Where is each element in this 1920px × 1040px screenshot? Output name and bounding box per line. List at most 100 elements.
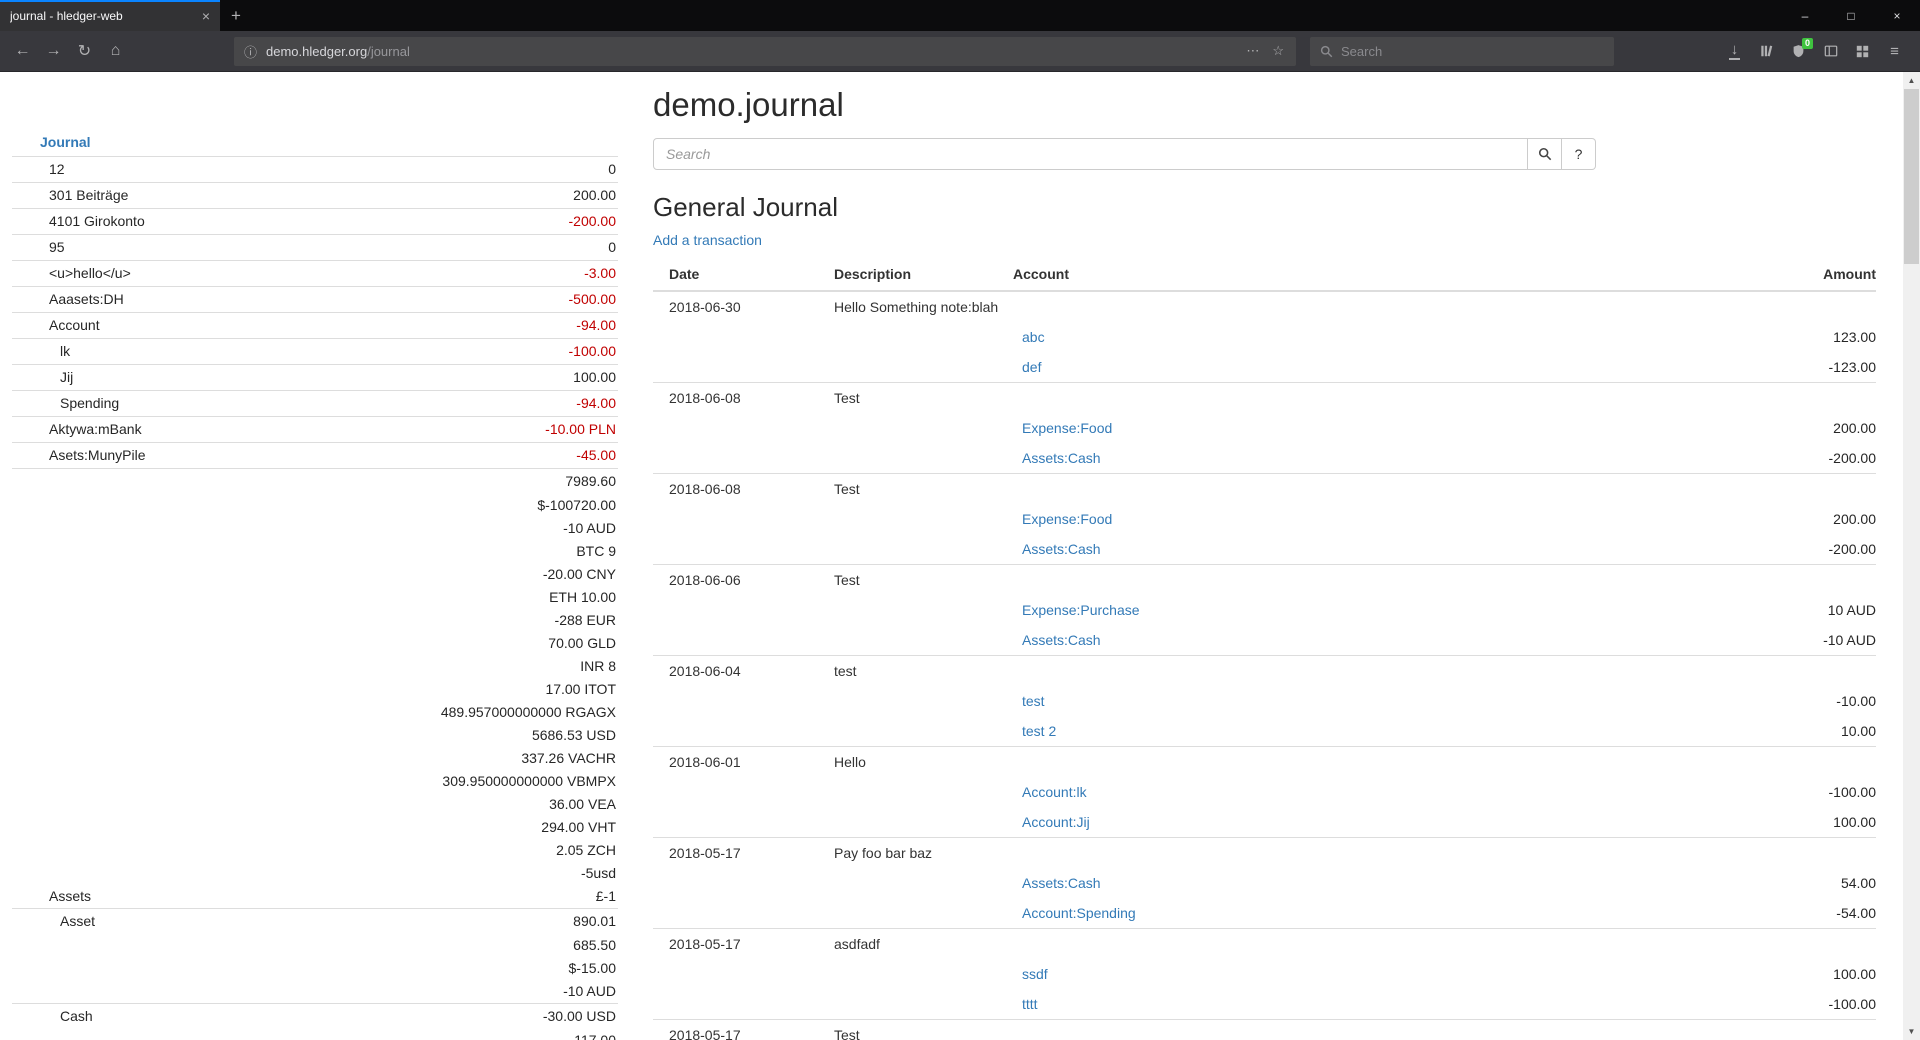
posting-account-link[interactable]: Expense:Food xyxy=(1013,420,1636,436)
sidebar-account-name[interactable]: 4101 Girokonto xyxy=(12,213,569,230)
transaction[interactable]: 2018-05-17 Test xyxy=(653,1019,1876,1040)
sidebar-account-name[interactable]: 95 xyxy=(12,239,608,256)
sidebar-account-name[interactable]: Aaasets:DH xyxy=(12,291,569,308)
new-tab-button[interactable]: + xyxy=(220,0,252,31)
transaction[interactable]: 2018-06-08 Test Expense:Food 200.00 Asse… xyxy=(653,382,1876,473)
scrollbar-up-arrow-icon[interactable]: ▲ xyxy=(1903,72,1920,89)
sidebar-account-row: INR 8 xyxy=(12,655,618,678)
browser-search-field[interactable]: Search xyxy=(1310,37,1614,66)
transaction[interactable]: 2018-06-30 Hello Something note:blah abc… xyxy=(653,292,1876,382)
posting-account-link[interactable]: Expense:Purchase xyxy=(1013,602,1636,618)
posting-amount: -100.00 xyxy=(1636,996,1876,1012)
apps-button[interactable] xyxy=(1849,38,1876,65)
sidebar-account-name[interactable]: Cash xyxy=(12,1008,543,1025)
sidebar-account-name[interactable]: Account xyxy=(12,317,576,334)
sidebar-account-row: Spending -94.00 xyxy=(12,390,618,416)
sidebar-account-name[interactable]: Assets xyxy=(12,888,596,905)
minimize-button[interactable]: – xyxy=(1782,0,1828,31)
posting-amount: 200.00 xyxy=(1636,420,1876,436)
sidebar-toggle-button[interactable] xyxy=(1817,38,1844,65)
search-help-button[interactable]: ? xyxy=(1562,138,1596,170)
transaction-date: 2018-06-30 xyxy=(653,299,834,315)
browser-tab[interactable]: journal - hledger-web × xyxy=(0,0,220,31)
forward-button[interactable]: → xyxy=(39,37,68,66)
scrollbar-thumb[interactable] xyxy=(1904,89,1919,264)
posting-indent xyxy=(653,784,1013,800)
sidebar-account-name[interactable]: lk xyxy=(12,343,569,360)
posting-account-link[interactable]: test 2 xyxy=(1013,723,1636,739)
sidebar-account-row: 36.00 VEA xyxy=(12,793,618,816)
journal-search-group: ? xyxy=(653,138,1596,170)
sidebar-account-balance: -10 AUD xyxy=(563,983,618,1000)
journal-search-input[interactable] xyxy=(653,138,1528,170)
sidebar-account-row: 70.00 GLD xyxy=(12,632,618,655)
sidebar-account-balance: 36.00 VEA xyxy=(549,796,618,813)
posting-account-link[interactable]: test xyxy=(1013,693,1636,709)
transaction-header-row: 2018-05-17 Test xyxy=(653,1020,1876,1040)
sidebar-journal-link[interactable]: Journal xyxy=(12,130,618,156)
sidebar-account-row: 489.957000000000 RGAGX xyxy=(12,701,618,724)
sidebar-account-name[interactable]: Asets:MunyPile xyxy=(12,447,576,464)
site-info-icon[interactable]: ⓘ xyxy=(244,42,257,61)
section-heading: General Journal xyxy=(653,192,1876,222)
sidebar-account-row: 294.00 VHT xyxy=(12,816,618,839)
posting-account-link[interactable]: ssdf xyxy=(1013,966,1636,982)
tab-close-icon[interactable]: × xyxy=(202,9,210,23)
transaction[interactable]: 2018-06-06 Test Expense:Purchase 10 AUD … xyxy=(653,564,1876,655)
sidebar-account-balance: -3.00 xyxy=(584,265,618,282)
transaction[interactable]: 2018-05-17 Pay foo bar baz Assets:Cash 5… xyxy=(653,837,1876,928)
posting-account-link[interactable]: abc xyxy=(1013,329,1636,345)
posting-account-link[interactable]: Account:Spending xyxy=(1013,905,1636,921)
posting-account-link[interactable]: Assets:Cash xyxy=(1013,450,1636,466)
sidebar-account-balance: -117.00 xyxy=(570,1032,618,1040)
journal-search-button[interactable] xyxy=(1528,138,1562,170)
header-amount: Amount xyxy=(1636,266,1876,282)
posting-account-link[interactable]: tttt xyxy=(1013,996,1636,1012)
sidebar-account-name[interactable]: Asset xyxy=(12,913,573,930)
add-transaction-link[interactable]: Add a transaction xyxy=(653,232,762,248)
back-button[interactable]: ← xyxy=(8,37,37,66)
posting-account-link[interactable]: Assets:Cash xyxy=(1013,632,1636,648)
sidebar-account-name[interactable]: <u>hello</u> xyxy=(12,265,584,282)
sidebar-account-balance: 2.05 ZCH xyxy=(556,842,618,859)
sidebar-account-name[interactable]: Spending xyxy=(12,395,576,412)
sidebar: Journal 12 0 301 Beiträge 200.00 4101 Gi… xyxy=(12,72,618,1040)
transaction[interactable]: 2018-06-08 Test Expense:Food 200.00 Asse… xyxy=(653,473,1876,564)
transaction-description: Hello xyxy=(834,754,1876,770)
sidebar-account-balance: 294.00 VHT xyxy=(541,819,618,836)
scrollbar-down-arrow-icon[interactable]: ▼ xyxy=(1903,1023,1920,1040)
page-scrollbar[interactable]: ▲ ▼ xyxy=(1903,72,1920,1040)
sidebar-account-row: BTC 9 xyxy=(12,540,618,563)
transaction-date: 2018-06-06 xyxy=(653,572,834,588)
bookmark-star-icon[interactable]: ☆ xyxy=(1270,43,1286,59)
transaction-date: 2018-05-17 xyxy=(653,1027,834,1040)
page-actions-icon[interactable]: ⋯ xyxy=(1244,43,1261,59)
sidebar-account-name[interactable]: 12 xyxy=(12,161,608,178)
transaction[interactable]: 2018-06-01 Hello Account:lk -100.00 Acco… xyxy=(653,746,1876,837)
sidebar-account-balance: -30.00 USD xyxy=(543,1008,618,1025)
sidebar-account-row: lk -100.00 xyxy=(12,338,618,364)
transaction[interactable]: 2018-05-17 asdfadf ssdf 100.00 tttt -100… xyxy=(653,928,1876,1019)
downloads-button[interactable]: ↓ xyxy=(1721,38,1748,65)
posting-account-link[interactable]: Expense:Food xyxy=(1013,511,1636,527)
posting-account-link[interactable]: Assets:Cash xyxy=(1013,541,1636,557)
extension-button[interactable]: 0 xyxy=(1785,38,1812,65)
sidebar-account-name[interactable]: Jij xyxy=(12,369,573,386)
posting-account-link[interactable]: Account:lk xyxy=(1013,784,1636,800)
sidebar-account-name[interactable]: Aktywa:mBank xyxy=(12,421,545,438)
reload-button[interactable]: ↻ xyxy=(70,37,99,66)
transaction[interactable]: 2018-06-04 test test -10.00 test 2 10.00 xyxy=(653,655,1876,746)
sidebar-account-balance: -94.00 xyxy=(576,395,618,412)
url-bar[interactable]: ⓘ demo.hledger.org/journal ⋯ ☆ xyxy=(234,37,1296,66)
close-button[interactable]: × xyxy=(1874,0,1920,31)
posting-account-link[interactable]: Account:Jij xyxy=(1013,814,1636,830)
maximize-button[interactable]: □ xyxy=(1828,0,1874,31)
sidebar-account-balance: 200.00 xyxy=(573,187,618,204)
sidebar-account-name[interactable]: 301 Beiträge xyxy=(12,187,573,204)
posting-account-link[interactable]: Assets:Cash xyxy=(1013,875,1636,891)
sidebar-account-row: ETH 10.00 xyxy=(12,586,618,609)
menu-button[interactable]: ≡ xyxy=(1881,38,1908,65)
posting-account-link[interactable]: def xyxy=(1013,359,1636,375)
library-button[interactable] xyxy=(1753,38,1780,65)
home-button[interactable]: ⌂ xyxy=(101,37,130,66)
